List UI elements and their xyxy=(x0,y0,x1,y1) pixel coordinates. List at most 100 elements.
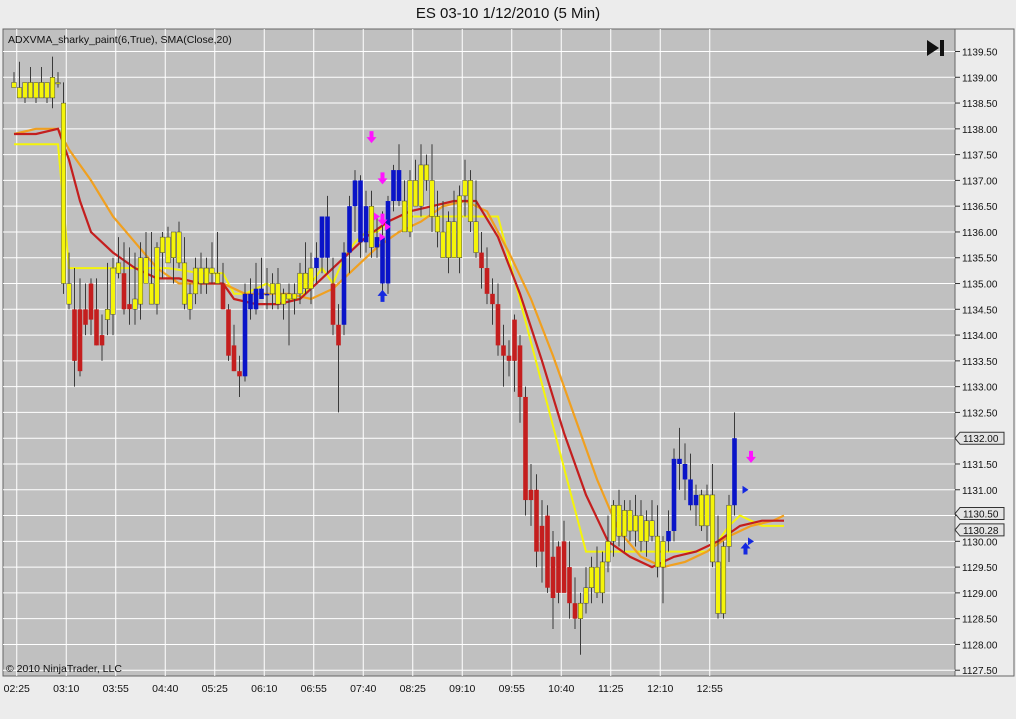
price-bar xyxy=(698,494,705,527)
price-bar xyxy=(154,247,160,305)
price-bar xyxy=(341,252,347,325)
price-bar xyxy=(330,283,336,325)
price-bar xyxy=(732,438,737,506)
price-bar xyxy=(291,293,298,300)
price-bar xyxy=(545,515,550,588)
price-bar xyxy=(396,170,402,202)
price-bar xyxy=(165,236,171,264)
price-bar xyxy=(209,267,215,274)
x-tick-label: 03:55 xyxy=(103,683,129,695)
y-tick-label: 1133.00 xyxy=(962,383,998,394)
price-bar xyxy=(671,458,677,532)
x-tick-label: 03:10 xyxy=(53,683,79,695)
y-tick-label: 1128.50 xyxy=(962,615,998,626)
price-bar xyxy=(440,231,446,258)
price-bar xyxy=(720,546,727,614)
price-bar xyxy=(654,535,661,568)
price-bar xyxy=(583,587,589,604)
price-bar xyxy=(528,489,534,501)
y-tick-label: 1135.00 xyxy=(962,280,998,291)
y-tick-label: 1134.50 xyxy=(962,305,998,316)
price-bar xyxy=(484,268,490,294)
x-tick-label: 05:25 xyxy=(202,683,228,695)
price-bar xyxy=(358,180,363,243)
y-tick-label: 1131.00 xyxy=(962,486,998,497)
price-bar xyxy=(253,288,259,310)
price-bar xyxy=(110,267,116,315)
price-bar xyxy=(231,345,237,372)
price-bar xyxy=(423,164,430,181)
price-bar xyxy=(693,494,699,506)
price-bar xyxy=(66,283,72,305)
price-bar xyxy=(302,272,309,289)
price-bar xyxy=(77,309,83,372)
price-bar xyxy=(506,355,512,361)
price-bar xyxy=(666,531,671,542)
price-bar xyxy=(49,77,56,99)
x-tick-label: 06:55 xyxy=(301,683,327,695)
price-chart[interactable]: 1139.50 1139.00 1138.50 1138.00 1137.50 1137.… xyxy=(0,0,1016,719)
price-bar xyxy=(170,231,177,258)
y-tick-label: 1132.50 xyxy=(962,408,998,419)
price-bar xyxy=(44,82,50,99)
price-bar xyxy=(363,206,369,243)
price-bar xyxy=(248,293,253,310)
price-bar xyxy=(391,170,396,202)
price-bar xyxy=(275,283,281,305)
price-bar xyxy=(259,288,264,299)
price-bar xyxy=(137,257,144,305)
price-bar xyxy=(479,252,484,269)
price-bar xyxy=(643,520,650,542)
x-tick-label: 08:25 xyxy=(400,683,426,695)
price-bar xyxy=(594,566,600,594)
price-bar xyxy=(534,489,539,552)
price-bar xyxy=(445,221,452,258)
x-tick-label: 10:40 xyxy=(548,683,574,695)
price-bar xyxy=(649,520,655,537)
x-tick-label: 09:10 xyxy=(449,683,475,695)
price-bar xyxy=(55,82,61,85)
price-bar xyxy=(451,221,457,258)
price-bar xyxy=(176,231,182,264)
price-bar xyxy=(660,541,666,568)
price-bar xyxy=(11,82,17,88)
price-bar xyxy=(627,510,633,532)
price-bar xyxy=(269,283,276,295)
y-tick-label: 1131.50 xyxy=(962,460,998,471)
y-tick-label: 1137.50 xyxy=(962,151,998,162)
price-bar xyxy=(523,396,528,501)
price-bar xyxy=(599,561,606,594)
y-tick-label: 1127.50 xyxy=(962,666,998,677)
price-bar xyxy=(434,216,441,233)
price-bar xyxy=(567,567,572,604)
price-bar xyxy=(314,257,319,269)
price-bar xyxy=(610,504,617,542)
y-tick-label: 1137.00 xyxy=(962,176,998,187)
price-bar xyxy=(38,82,45,99)
price-bar xyxy=(214,272,221,284)
price-bar xyxy=(550,556,556,599)
price-bar xyxy=(88,283,94,320)
price-bar xyxy=(632,515,639,532)
price-bar xyxy=(605,541,611,563)
x-tick-label: 12:10 xyxy=(647,683,673,695)
chart-plot-area[interactable] xyxy=(2,28,956,677)
price-bar xyxy=(280,293,287,305)
price-bar xyxy=(347,206,352,253)
price-marker-label: 1132.00 xyxy=(963,434,999,445)
price-bar xyxy=(380,237,385,284)
price-bar xyxy=(490,293,495,305)
price-bar xyxy=(682,463,688,480)
price-bar xyxy=(556,546,561,593)
price-bar xyxy=(462,180,468,197)
price-bar xyxy=(688,479,693,506)
skip-to-end-icon[interactable] xyxy=(925,38,947,58)
price-bar xyxy=(467,180,474,222)
price-bar xyxy=(192,267,199,295)
price-bar xyxy=(181,262,188,305)
price-bar xyxy=(242,293,248,377)
x-tick-label: 07:40 xyxy=(350,683,376,695)
y-tick-label: 1133.50 xyxy=(962,357,998,368)
price-bar xyxy=(473,221,479,253)
price-bar xyxy=(336,324,341,346)
